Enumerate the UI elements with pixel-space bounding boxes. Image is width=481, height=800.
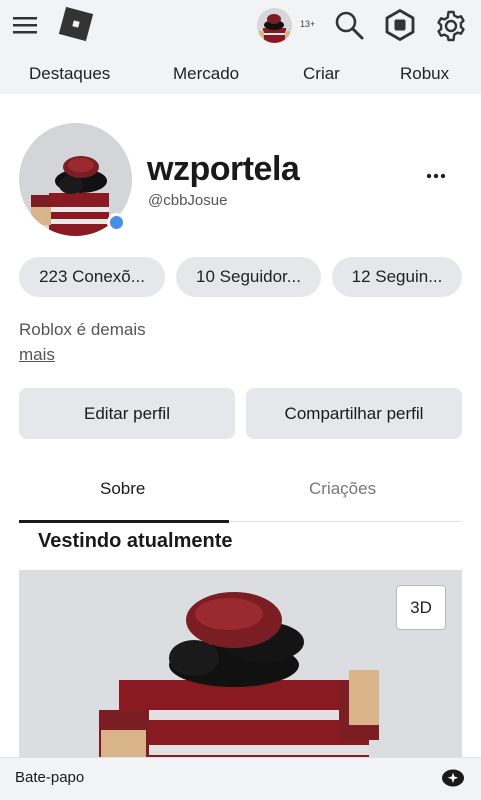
avatar-thumbnail-image [259,14,290,43]
main-nav: Destaques Mercado Criar Robux [0,60,481,90]
online-status-indicator [107,213,126,232]
top-bar: 13+ Destaques Mercado Criar Robux [0,0,481,94]
edit-profile-button[interactable]: Editar perfil [19,388,235,439]
chat-bar[interactable]: Bate-papo [0,757,481,800]
display-name: wzportela [147,150,300,188]
menu-icon[interactable] [13,15,37,35]
gear-icon[interactable] [434,9,468,43]
tab-sobre[interactable]: Sobre [100,479,145,499]
roblox-logo-icon[interactable] [58,6,94,42]
nav-item-robux[interactable]: Robux [400,64,449,84]
chat-bubble-icon[interactable] [441,768,465,788]
bio-text: Roblox é demais [19,320,146,339]
username: @cbbJosue [148,192,228,209]
share-profile-button[interactable]: Compartilhar perfil [246,388,462,439]
avatar-thumbnail[interactable] [257,8,292,43]
bio-more-link[interactable]: mais [19,345,55,365]
following-pill[interactable]: 12 Seguin... [332,257,462,297]
more-options-icon[interactable] [424,160,448,184]
nav-item-mercado[interactable]: Mercado [173,64,239,84]
tab-criacoes[interactable]: Criações [309,479,376,499]
currently-wearing-title: Vestindo atualmente [38,530,233,552]
nav-item-criar[interactable]: Criar [303,64,340,84]
followers-pill[interactable]: 10 Seguidor... [176,257,321,297]
active-tab-indicator [19,520,229,523]
chat-label: Bate-papo [15,769,85,786]
connections-pill[interactable]: 223 Conexõ... [19,257,165,297]
view-3d-button[interactable]: 3D [396,585,446,630]
age-badge: 13+ [300,19,316,29]
search-icon[interactable] [333,9,365,41]
robux-icon[interactable] [384,9,416,41]
nav-item-destaques[interactable]: Destaques [29,64,110,84]
